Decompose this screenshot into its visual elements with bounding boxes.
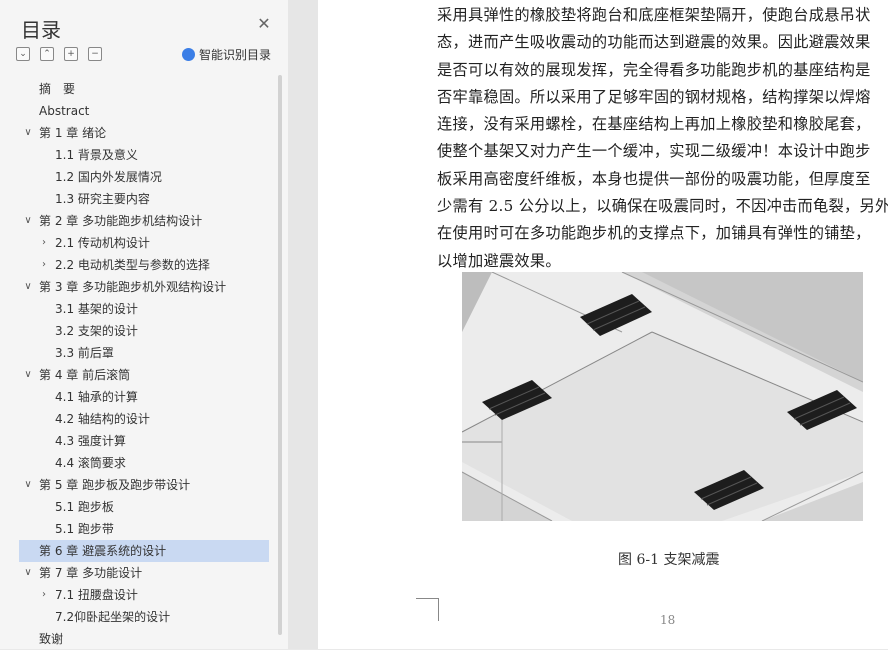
- toc-item[interactable]: 3.3 前后罩: [19, 342, 269, 364]
- toc-item-label: 1.1 背景及意义: [55, 148, 138, 162]
- toc-item[interactable]: › 2.1 传动机构设计: [19, 232, 269, 254]
- paragraph-line: 态，进而产生吸收震动的功能而达到避震的效果。因此避震效果: [437, 33, 871, 52]
- toc-item-label: 1.2 国内外发展情况: [55, 170, 162, 184]
- toc-item[interactable]: ∨ 第 1 章 绪论: [19, 122, 269, 144]
- toc-item[interactable]: ∨ 第 2 章 多功能跑步机结构设计: [19, 210, 269, 232]
- toc-item[interactable]: 1.1 背景及意义: [19, 144, 269, 166]
- smart-toc-label: 智能识别目录: [199, 48, 272, 62]
- chevron-down-icon[interactable]: ∨: [23, 562, 33, 584]
- chevron-down-icon[interactable]: ∨: [23, 210, 33, 232]
- chevron-down-icon[interactable]: ∨: [23, 276, 33, 298]
- body-paragraph: 采用具弹性的橡胶垫将跑台和底座框架垫隔开，使跑台成悬吊状 态，进而产生吸收震动的功…: [437, 2, 888, 275]
- toc-item-label: 第 3 章 多功能跑步机外观结构设计: [39, 280, 227, 294]
- toc-scrollbar[interactable]: [278, 75, 282, 635]
- figure-6-1-image: [462, 272, 863, 521]
- expand-all-icon[interactable]: ⌄: [16, 47, 30, 61]
- page-number: 18: [660, 613, 676, 627]
- toc-item-label: 第 4 章 前后滚筒: [39, 368, 131, 382]
- paragraph-line: 少需有 2.5 公分以上，以确保在吸震同时，不因冲击而龟裂，另外: [437, 197, 888, 216]
- toc-item-label: 3.3 前后罩: [55, 346, 114, 360]
- toc-item-label: 4.2 轴结构的设计: [55, 412, 150, 426]
- remove-entry-icon[interactable]: −: [88, 47, 102, 61]
- toc-item-label: 3.1 基架的设计: [55, 302, 138, 316]
- toc-item-label: 第 6 章 避震系统的设计: [39, 544, 167, 558]
- smart-toc-icon: [182, 48, 195, 61]
- toc-item[interactable]: 5.1 跑步带: [19, 518, 269, 540]
- chevron-right-icon[interactable]: ›: [39, 584, 49, 606]
- paragraph-line: 采用具弹性的橡胶垫将跑台和底座框架垫隔开，使跑台成悬吊状: [437, 6, 871, 24]
- toc-item-label: 第 7 章 多功能设计: [39, 566, 143, 580]
- toc-item[interactable]: ∨ 第 3 章 多功能跑步机外观结构设计: [19, 276, 269, 298]
- toc-item[interactable]: ∨ 第 5 章 跑步板及跑步带设计: [19, 474, 269, 496]
- chevron-right-icon[interactable]: ›: [39, 254, 49, 276]
- close-icon[interactable]: ✕: [256, 16, 272, 32]
- toc-item[interactable]: 摘 要: [19, 78, 269, 100]
- toc-item-label: 致谢: [39, 632, 64, 646]
- collapse-all-icon[interactable]: ⌃: [40, 47, 54, 61]
- smart-toc-button[interactable]: 智能识别目录: [182, 46, 271, 63]
- paragraph-line: 连接，没有采用螺栓，在基座结构上再加上橡胶垫和橡胶尾套，: [437, 115, 871, 134]
- figure-caption: 图 6-1 支架减震: [618, 552, 720, 568]
- toc-item-label: 第 1 章 绪论: [39, 126, 107, 140]
- add-entry-icon[interactable]: +: [64, 47, 78, 61]
- toc-item-label: 第 2 章 多功能跑步机结构设计: [39, 214, 203, 228]
- toc-item[interactable]: ∨ 第 4 章 前后滚筒: [19, 364, 269, 386]
- chevron-right-icon[interactable]: ›: [39, 232, 49, 254]
- toc-item-label: 7.1 扭腰盘设计: [55, 588, 138, 602]
- toc-item-label: 5.1 跑步板: [55, 500, 114, 514]
- toc-item-label: 第 5 章 跑步板及跑步带设计: [39, 478, 191, 492]
- toc-item[interactable]: 1.2 国内外发展情况: [19, 166, 269, 188]
- toc-item[interactable]: 1.3 研究主要内容: [19, 188, 269, 210]
- toc-item-label: 7.2仰卧起坐架的设计: [55, 610, 171, 624]
- toc-item-label: 2.1 传动机构设计: [55, 236, 150, 250]
- chevron-down-icon[interactable]: ∨: [23, 474, 33, 496]
- paragraph-line: 否牢靠稳固。所以采用了足够牢固的钢材规格，结构撑架以焊熔: [437, 87, 871, 106]
- toc-item[interactable]: 3.1 基架的设计: [19, 298, 269, 320]
- sidebar-splitter[interactable]: [288, 0, 318, 649]
- toc-item-label: Abstract: [39, 104, 90, 118]
- page-corner-mark: [416, 598, 439, 621]
- toc-item[interactable]: 4.1 轴承的计算: [19, 386, 269, 408]
- toc-title: 目录: [21, 18, 61, 42]
- toc-item-label: 5.1 跑步带: [55, 522, 114, 536]
- paragraph-line: 使整个基架又对力产生一个缓冲，实现二级缓冲！本设计中跑步: [437, 142, 871, 161]
- toc-item[interactable]: Abstract: [19, 100, 269, 122]
- toc-item[interactable]: 5.1 跑步板: [19, 496, 269, 518]
- toc-item[interactable]: 4.2 轴结构的设计: [19, 408, 269, 430]
- toc-item-label: 2.2 电动机类型与参数的选择: [55, 258, 210, 272]
- toc-item-label: 4.4 滚筒要求: [55, 456, 126, 470]
- toc-item-label: 4.1 轴承的计算: [55, 390, 138, 404]
- toc-item[interactable]: 3.2 支架的设计: [19, 320, 269, 342]
- paragraph-line: 是否可以有效的展现发挥，完全得看多功能跑步机的基座结构是: [437, 60, 871, 79]
- toc-item-label: 摘 要: [39, 82, 76, 96]
- toc-item[interactable]: 4.3 强度计算: [19, 430, 269, 452]
- document-page: 采用具弹性的橡胶垫将跑台和底座框架垫隔开，使跑台成悬吊状 态，进而产生吸收震动的功…: [318, 0, 888, 649]
- toc-item[interactable]: 4.4 滚筒要求: [19, 452, 269, 474]
- toc-item[interactable]: › 2.2 电动机类型与参数的选择: [19, 254, 269, 276]
- toc-item-label: 3.2 支架的设计: [55, 324, 138, 338]
- paragraph-line: 以增加避震效果。: [437, 251, 561, 270]
- toc-item-label: 4.3 强度计算: [55, 434, 126, 448]
- toc-item[interactable]: 7.2仰卧起坐架的设计: [19, 606, 269, 628]
- chevron-down-icon[interactable]: ∨: [23, 364, 33, 386]
- toc-item[interactable]: 致谢: [19, 628, 269, 650]
- toc-item[interactable]: 第 6 章 避震系统的设计: [19, 540, 269, 562]
- chevron-down-icon[interactable]: ∨: [23, 122, 33, 144]
- paragraph-line: 板采用高密度纤维板，本身也提供一部份的吸震功能，但厚度至: [437, 169, 871, 188]
- toc-item[interactable]: ∨ 第 7 章 多功能设计: [19, 562, 269, 584]
- toc-sidebar: 目录 ✕ ⌄ ⌃ + − 智能识别目录 摘 要 Abstract ∨ 第 1 章 绪论 1.1…: [0, 0, 288, 649]
- paragraph-line: 在使用时可在多功能跑步机的支撑点下，加铺具有弹性的铺垫，: [437, 224, 871, 243]
- toc-item-label: 1.3 研究主要内容: [55, 192, 150, 206]
- toc-item[interactable]: › 7.1 扭腰盘设计: [19, 584, 269, 606]
